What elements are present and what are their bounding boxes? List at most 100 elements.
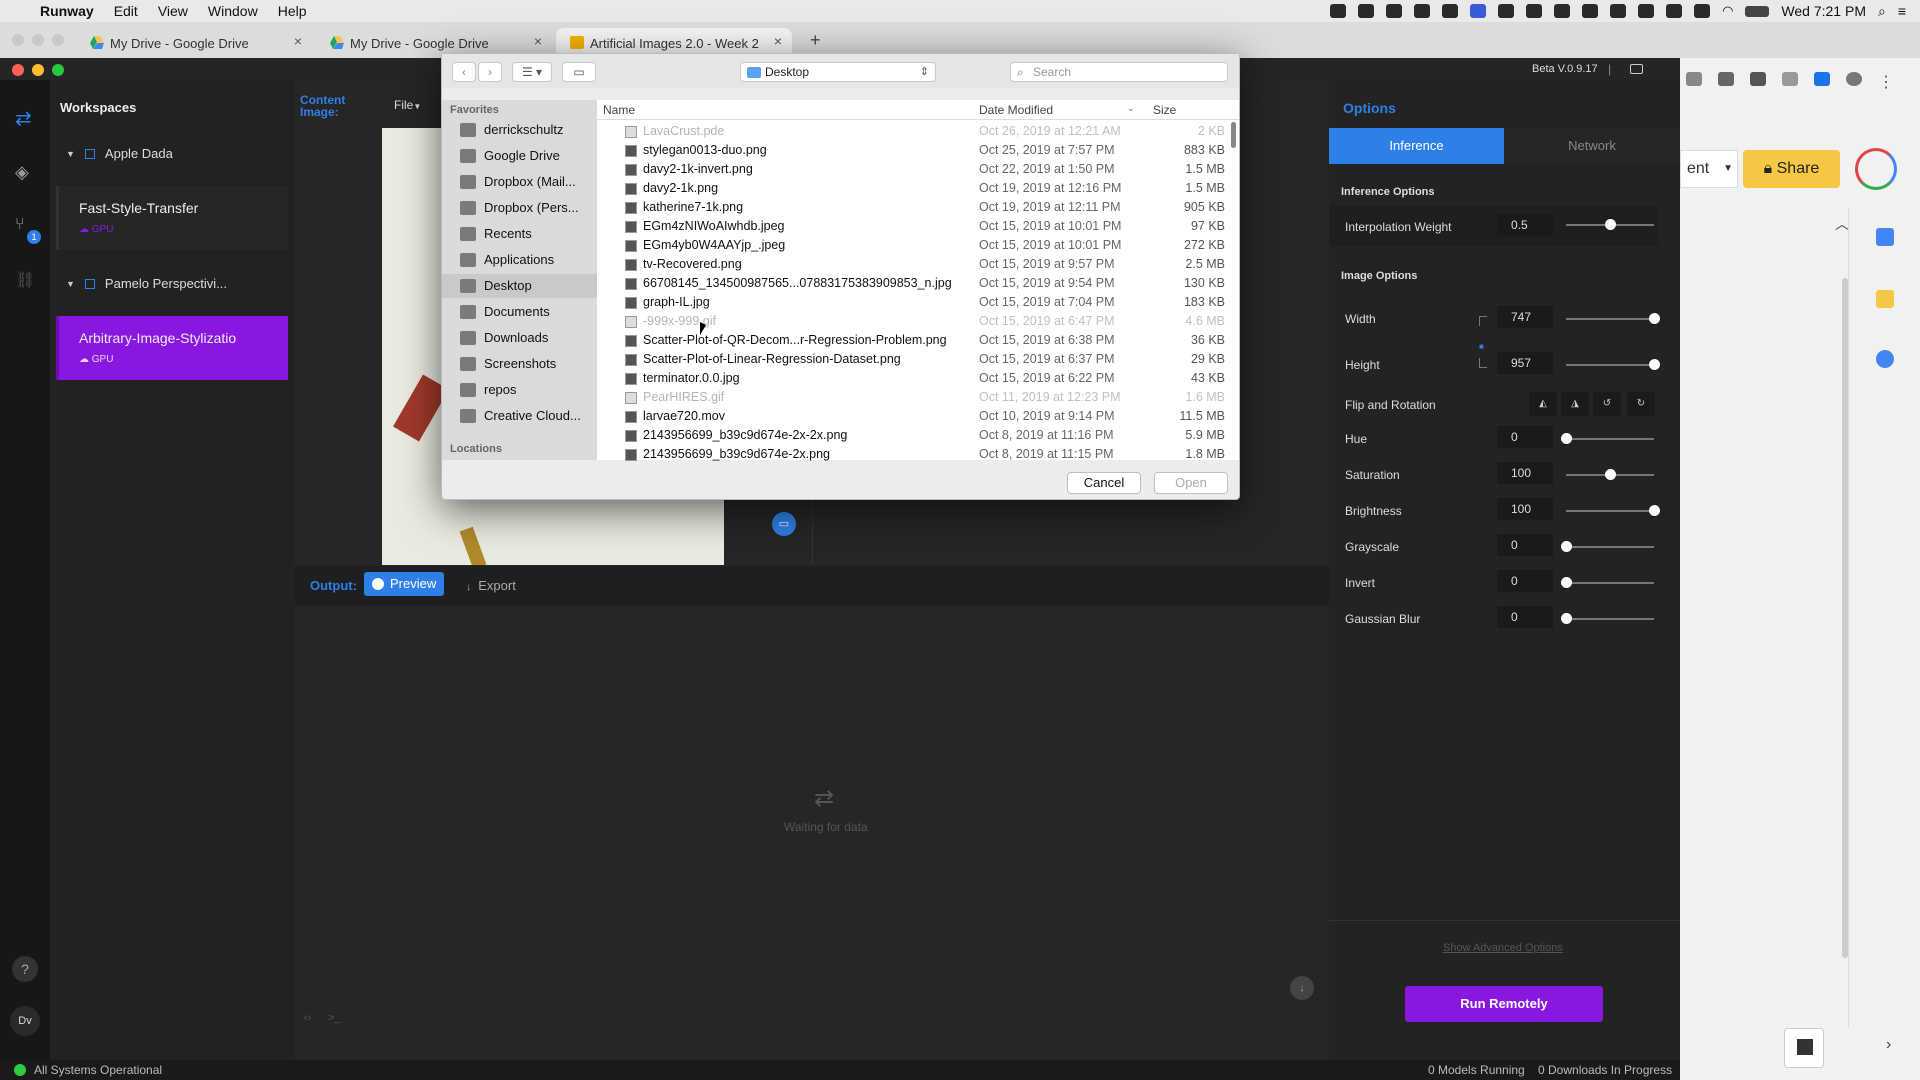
back-button[interactable]: ‹ [452, 62, 476, 82]
sidebar-item-desktop[interactable]: Desktop [442, 274, 597, 298]
slider-knob[interactable] [1649, 359, 1660, 370]
file-row[interactable]: larvae720.mov Oct 10, 2019 at 9:14 PM 11.5… [597, 407, 1239, 426]
sidebar-item-repos[interactable]: repos [442, 378, 597, 402]
swap-arrows-icon[interactable]: ⇄ [15, 106, 32, 131]
advanced-options-link[interactable]: Show Advanced Options [1443, 942, 1563, 954]
menu-help[interactable]: Help [278, 3, 307, 19]
sidebar-item-derrickschultz[interactable]: derrickschultz [442, 118, 597, 142]
height-slider[interactable] [1566, 359, 1660, 370]
record-icon[interactable] [1330, 4, 1347, 18]
new-tab-icon[interactable]: + [810, 30, 821, 51]
flip-vertical-icon[interactable]: ◭ [1529, 392, 1557, 416]
run-remotely-button[interactable]: Run Remotely [1405, 986, 1603, 1022]
caret-down-icon[interactable]: ▼ [66, 279, 75, 289]
calendar-icon[interactable] [1876, 228, 1894, 246]
brightness-input[interactable]: 100 [1497, 498, 1553, 520]
file-row[interactable]: tv-Recovered.png Oct 15, 2019 at 9:57 PM 2… [597, 255, 1239, 274]
dropbox-icon[interactable] [1358, 4, 1375, 18]
slider-knob[interactable] [1605, 219, 1616, 230]
wifi-icon[interactable]: ◠ [1722, 3, 1733, 19]
saturation-input[interactable]: 100 [1497, 462, 1553, 484]
file-row[interactable]: davy2-1k.png Oct 19, 2019 at 12:16 PM 1.5 … [597, 179, 1239, 198]
close-icon[interactable]: × [294, 33, 302, 49]
help-icon[interactable]: ? [12, 956, 38, 982]
tab-inference[interactable]: Inference [1329, 128, 1504, 164]
hue-input[interactable]: 0 [1497, 426, 1553, 448]
chevron-down-icon[interactable]: ▼ [1723, 151, 1733, 187]
code-icon[interactable]: ‹› [304, 1012, 311, 1024]
open-button[interactable]: Open [1154, 472, 1228, 494]
file-row[interactable]: terminator.0.0.jpg Oct 15, 2019 at 6:22 P… [597, 369, 1239, 388]
file-row[interactable]: 2143956699_b39c9d674e-2x.png Oct 8, 2019 … [597, 445, 1239, 464]
workflow-icon[interactable]: ⑂ [15, 216, 25, 234]
close-icon[interactable]: × [774, 33, 782, 49]
close-window-button[interactable] [12, 64, 24, 76]
interpolation-input[interactable]: 0.5 [1497, 214, 1553, 236]
sidebar-item-dropbox-pers[interactable]: Dropbox (Pers... [442, 196, 597, 220]
browser-tab-1[interactable]: My Drive - Google Drive × [76, 28, 312, 58]
slider-knob[interactable] [1649, 505, 1660, 516]
location-popup[interactable]: Desktop ⇕ [740, 62, 936, 82]
height-input[interactable]: 957 [1497, 352, 1553, 374]
tasks-icon[interactable] [1876, 350, 1894, 368]
file-row[interactable]: stylegan0013-duo.png Oct 25, 2019 at 7:57… [597, 141, 1239, 160]
folder-icon[interactable]: ▭ [772, 512, 796, 536]
file-row[interactable]: 66708145_134500987565...0788317538390985… [597, 274, 1239, 293]
link-icon[interactable]: ⛓︎ [15, 270, 35, 290]
file-row[interactable]: EGm4zNIWoAIwhdb.jpeg Oct 15, 2019 at 10:0… [597, 217, 1239, 236]
battery-icon[interactable] [1745, 5, 1770, 17]
invert-input[interactable]: 0 [1497, 570, 1553, 592]
airplay-icon[interactable] [1694, 4, 1711, 18]
search-field[interactable]: ⌕ Search [1010, 62, 1228, 82]
tab-network[interactable]: Network [1504, 128, 1680, 164]
grayscale-slider[interactable] [1561, 541, 1654, 552]
menu-edit[interactable]: Edit [114, 3, 138, 19]
menu-view[interactable]: View [158, 3, 188, 19]
avatar[interactable] [1855, 148, 1897, 190]
new-folder-button[interactable]: ▭ [562, 62, 596, 82]
tray-info-icon[interactable] [1582, 4, 1599, 18]
column-date[interactable]: Date Modified [979, 103, 1053, 117]
model-card-1[interactable]: Fast-Style-Transfer ☁︎ GPU [56, 186, 288, 250]
file-row[interactable]: 2143956699_b39c9d674e-2x-2x.png Oct 8, 20… [597, 426, 1239, 445]
slider-knob[interactable] [1649, 313, 1660, 324]
tray-cloud2-icon[interactable] [1638, 4, 1655, 18]
kebab-menu-icon[interactable]: ⋮ [1878, 72, 1894, 92]
grayscale-input[interactable]: 0 [1497, 534, 1553, 556]
layers-icon[interactable]: ◈ [15, 162, 29, 183]
sidebar-item-screenshots[interactable]: Screenshots [442, 352, 597, 376]
minimize-window-button[interactable] [32, 64, 44, 76]
file-row[interactable]: Scatter-Plot-of-QR-Decom...r-Regression-… [597, 331, 1239, 350]
width-input[interactable]: 747 [1497, 306, 1553, 328]
view-mode-button[interactable]: ☰ ▾ [512, 62, 552, 82]
maximize-window-button[interactable] [52, 64, 64, 76]
cancel-button[interactable]: Cancel [1067, 472, 1141, 494]
download-output-icon[interactable]: ↓ [1290, 976, 1314, 1000]
link-icon[interactable] [1442, 4, 1459, 18]
file-row[interactable]: katherine7-1k.png Oct 19, 2019 at 12:11 P… [597, 198, 1239, 217]
pinterest-icon[interactable] [1750, 72, 1766, 86]
lock-icon[interactable]: ■ [1479, 342, 1484, 351]
extension-icon[interactable] [1782, 72, 1798, 86]
sidebar-item-recents[interactable]: Recents [442, 222, 597, 246]
partial-button[interactable]: ent ▼ [1680, 150, 1738, 188]
width-slider[interactable] [1566, 313, 1660, 324]
blur-slider[interactable] [1561, 613, 1654, 624]
cloud-icon[interactable] [1414, 4, 1431, 18]
sidebar-item-dropbox-mail[interactable]: Dropbox (Mail... [442, 170, 597, 194]
tray-circle-icon[interactable] [1610, 4, 1627, 18]
camera-icon[interactable] [1686, 72, 1702, 86]
tray-globe-icon[interactable] [1526, 4, 1543, 18]
sidebar-item-google-drive[interactable]: Google Drive [442, 144, 597, 168]
chevron-up-icon[interactable]: ︿ [1835, 214, 1849, 234]
interpolation-slider[interactable] [1566, 219, 1654, 230]
chevron-right-icon[interactable]: › [1886, 1036, 1891, 1054]
terminal-icon[interactable]: >_ [328, 1012, 341, 1024]
column-size[interactable]: Size [1153, 103, 1176, 117]
file-row[interactable]: Scatter-Plot-of-Linear-Regression-Datase… [597, 350, 1239, 369]
slider-knob[interactable] [1561, 541, 1572, 552]
slider-knob[interactable] [1561, 577, 1572, 588]
menu-app-name[interactable]: Runway [40, 3, 94, 19]
slider-knob[interactable] [1561, 613, 1572, 624]
sidebar-item-creative-cloud[interactable]: Creative Cloud... [442, 404, 597, 428]
